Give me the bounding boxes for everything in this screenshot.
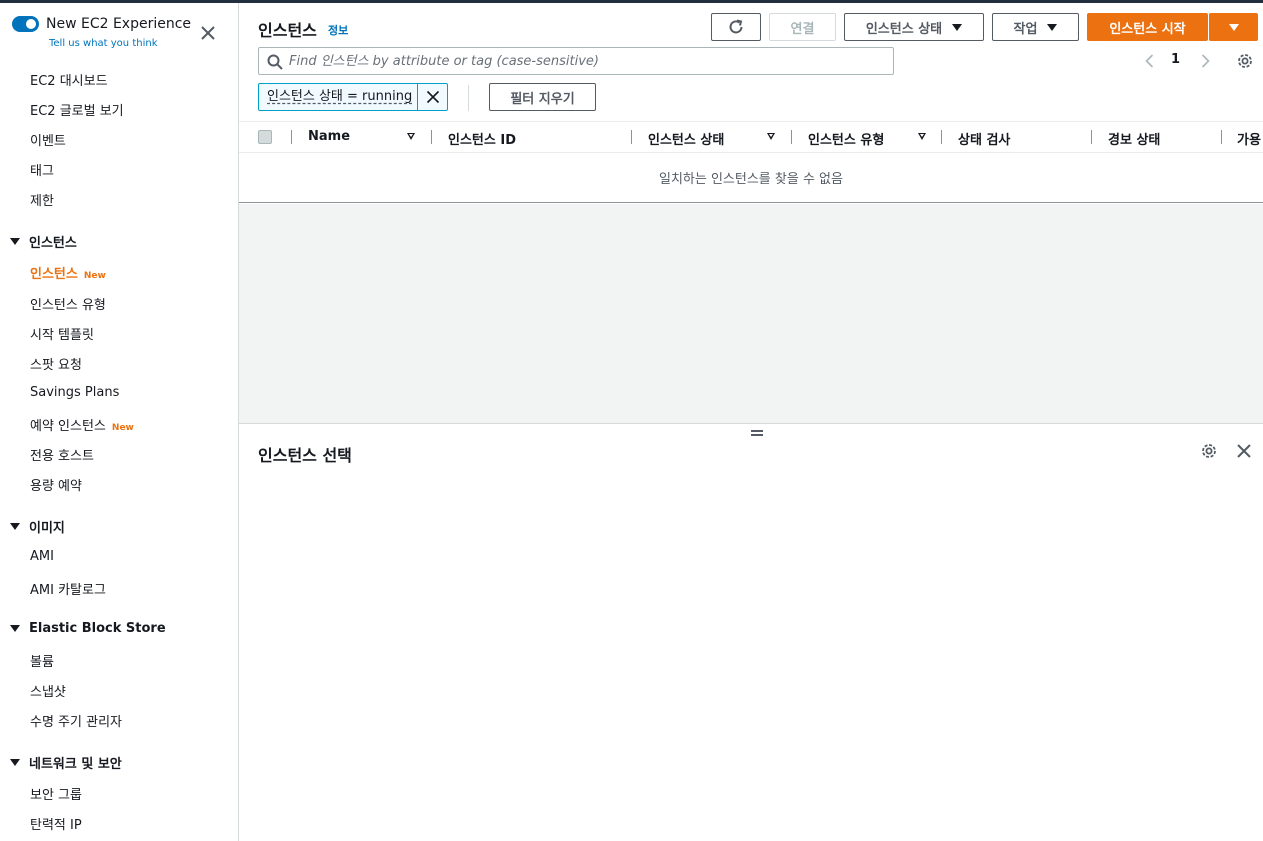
refresh-button[interactable] — [711, 13, 761, 41]
table-empty-row: 일치하는 인스턴스를 찾을 수 없음 — [239, 153, 1263, 203]
new-experience-title: New EC2 Experience — [46, 16, 192, 32]
search-box — [258, 47, 894, 75]
caret-down-icon — [10, 523, 20, 530]
caret-down-icon — [1047, 23, 1058, 31]
new-badge: New — [111, 423, 134, 433]
column-header-alarm-status[interactable]: 경보 상태 — [1108, 129, 1160, 148]
instance-state-label: 인스턴스 상태 — [865, 21, 943, 37]
page-number[interactable]: 1 — [1171, 52, 1180, 67]
launch-instances-button[interactable]: 인스턴스 시작 — [1087, 13, 1208, 41]
gear-icon[interactable] — [1200, 442, 1218, 460]
select-all-checkbox[interactable] — [258, 130, 272, 144]
info-link[interactable]: 정보 — [328, 22, 348, 38]
caret-down-icon — [10, 238, 20, 245]
sidebar-item-savings-plans[interactable]: Savings Plans — [30, 385, 119, 400]
actions-dropdown[interactable]: 작업 — [992, 13, 1079, 41]
sidebar-item-launch-templates[interactable]: 시작 템플릿 — [30, 324, 94, 343]
caret-down-icon — [952, 23, 963, 31]
sidebar-item-events[interactable]: 이벤트 — [30, 130, 66, 149]
column-divider — [941, 130, 942, 144]
column-header-instance-type[interactable]: 인스턴스 유형 — [808, 129, 884, 148]
split-panel: 인스턴스 선택 — [239, 423, 1263, 841]
filter-token-dismiss[interactable] — [418, 84, 447, 110]
feedback-link[interactable]: Tell us what you think — [49, 38, 158, 49]
column-header-status-check[interactable]: 상태 검사 — [958, 129, 1010, 148]
empty-state-text: 일치하는 인스턴스를 찾을 수 없음 — [659, 172, 843, 187]
sidebar-group-images[interactable]: 이미지 — [10, 517, 65, 536]
table-header: Name 인스턴스 ID 인스턴스 상태 인스턴스 유형 상태 검사 경보 상태… — [239, 121, 1263, 153]
refresh-icon — [729, 19, 743, 34]
sort-icon[interactable] — [918, 133, 926, 140]
sidebar-group-label: Elastic Block Store — [29, 621, 166, 636]
sidebar-group-ebs[interactable]: Elastic Block Store — [10, 621, 166, 636]
sidebar-group-instances[interactable]: 인스턴스 — [10, 232, 77, 251]
column-divider — [791, 130, 792, 144]
column-divider — [291, 130, 292, 144]
launch-options-dropdown[interactable] — [1209, 13, 1258, 41]
column-header-instance-state[interactable]: 인스턴스 상태 — [648, 129, 724, 148]
close-icon[interactable] — [1235, 442, 1253, 460]
sidebar-item-instance-types[interactable]: 인스턴스 유형 — [30, 294, 106, 313]
split-panel-title: 인스턴스 선택 — [258, 446, 352, 465]
column-divider — [631, 130, 632, 144]
sidebar-item-snapshots[interactable]: 스냅샷 — [30, 681, 66, 700]
connect-button[interactable]: 연결 — [769, 13, 836, 41]
sidebar-item-ami-catalog[interactable]: AMI 카탈로그 — [30, 579, 106, 598]
column-divider — [431, 130, 432, 144]
column-divider — [1221, 130, 1222, 144]
column-header-name[interactable]: Name — [308, 129, 350, 144]
page-title: 인스턴스 — [258, 21, 317, 40]
new-badge: New — [83, 271, 106, 281]
sidebar-item-tags[interactable]: 태그 — [30, 160, 54, 179]
new-experience-toggle[interactable] — [12, 16, 39, 32]
close-icon — [426, 90, 439, 104]
sidebar-item-dedicated-hosts[interactable]: 전용 호스트 — [30, 445, 94, 464]
sort-icon[interactable] — [407, 133, 415, 140]
search-icon — [267, 54, 283, 70]
sidebar-item-capacity-reservations[interactable]: 용량 예약 — [30, 475, 82, 494]
sidebar-item-reserved-instances[interactable]: 예약 인스턴스 New — [30, 415, 134, 434]
search-input[interactable] — [289, 48, 889, 74]
sidebar-item-security-groups[interactable]: 보안 그룹 — [30, 784, 82, 803]
sidebar-item-elastic-ips[interactable]: 탄력적 IP — [30, 814, 82, 833]
filter-token-label[interactable]: 인스턴스 상태 = running — [259, 84, 418, 110]
sidebar-item-limits[interactable]: 제한 — [30, 190, 54, 209]
sidebar-item-ec2-dashboard[interactable]: EC2 대시보드 — [30, 70, 108, 89]
split-panel-resize-handle[interactable] — [751, 429, 763, 437]
actions-label: 작업 — [1013, 21, 1038, 37]
caret-down-icon — [10, 759, 20, 766]
chevron-left-icon[interactable] — [1142, 53, 1158, 69]
main-content: 인스턴스 정보 연결 인스턴스 상태 작업 인스턴스 시작 1 인스턴스 — [239, 3, 1263, 841]
divider — [468, 85, 469, 111]
filter-token: 인스턴스 상태 = running — [258, 83, 448, 111]
clear-filters-button[interactable]: 필터 지우기 — [489, 83, 596, 111]
sidebar-group-network-security[interactable]: 네트워크 및 보안 — [10, 753, 122, 772]
sort-icon[interactable] — [767, 133, 775, 140]
column-header-instance-id[interactable]: 인스턴스 ID — [448, 129, 516, 148]
sidebar-item-ec2-global-view[interactable]: EC2 글로벌 보기 — [30, 100, 124, 119]
caret-down-icon — [1228, 23, 1239, 31]
chevron-right-icon[interactable] — [1197, 53, 1213, 69]
column-divider — [1091, 130, 1092, 144]
gear-icon[interactable] — [1236, 52, 1254, 70]
close-icon[interactable] — [199, 24, 217, 42]
caret-down-icon — [10, 625, 20, 632]
sidebar-group-label: 네트워크 및 보안 — [29, 757, 122, 772]
table-background — [239, 204, 1263, 423]
sidebar-item-ami[interactable]: AMI — [30, 549, 54, 564]
sidebar-item-label: 인스턴스 — [30, 267, 78, 282]
sidebar-item-lifecycle-manager[interactable]: 수명 주기 관리자 — [30, 711, 122, 730]
instance-state-dropdown[interactable]: 인스턴스 상태 — [844, 13, 984, 41]
sidebar-item-volumes[interactable]: 볼륨 — [30, 651, 54, 670]
sidebar-item-label: 예약 인스턴스 — [30, 419, 106, 434]
column-header-availability-zone[interactable]: 가용 — [1237, 129, 1261, 148]
sidebar-group-label: 이미지 — [29, 521, 65, 536]
sidebar-item-instances[interactable]: 인스턴스 New — [30, 263, 106, 282]
sidebar-item-spot-requests[interactable]: 스팟 요청 — [30, 354, 82, 373]
sidebar: New EC2 Experience Tell us what you thin… — [0, 3, 239, 841]
sidebar-group-label: 인스턴스 — [29, 236, 77, 251]
